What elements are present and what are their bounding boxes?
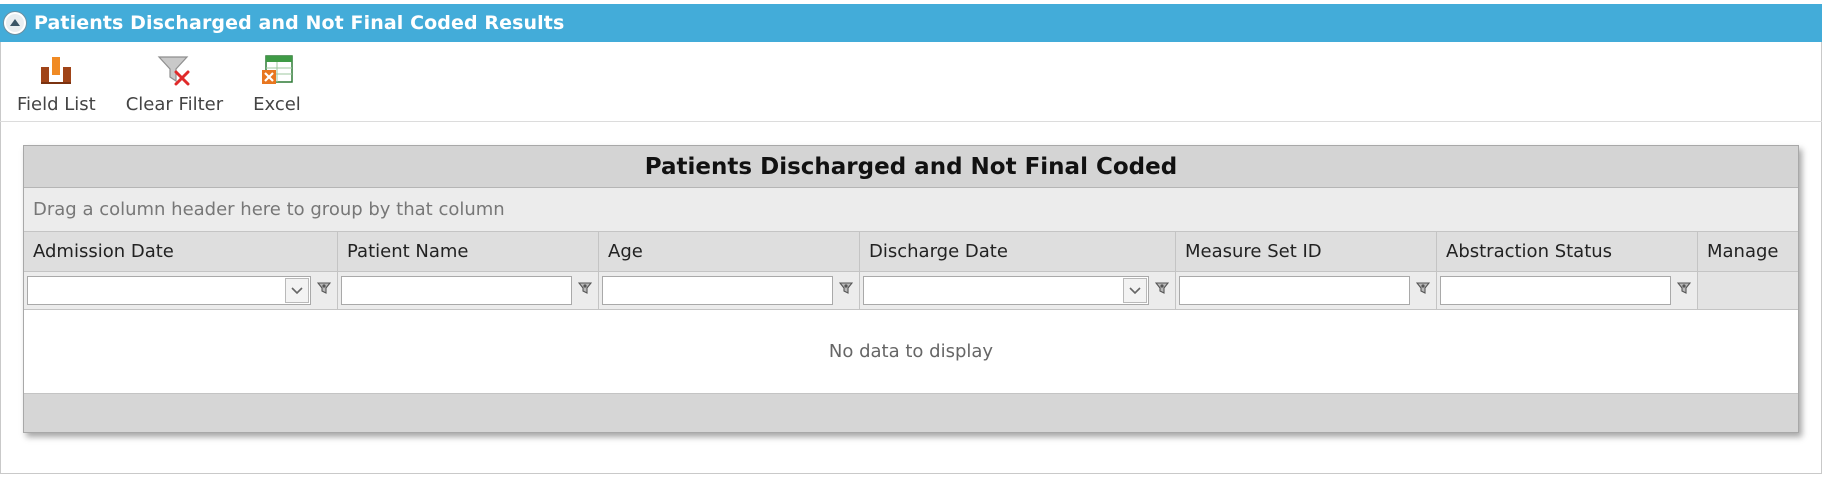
field-list-label: Field List — [17, 94, 96, 115]
filter-options-icon[interactable] — [838, 281, 854, 300]
group-by-panel[interactable]: Drag a column header here to group by th… — [24, 188, 1798, 232]
patient-name-filter-field[interactable] — [341, 276, 572, 305]
filter-cell-age — [599, 272, 860, 309]
filter-options-icon[interactable] — [1154, 281, 1170, 300]
clear-filter-label: Clear Filter — [125, 94, 224, 115]
measure-set-id-filter-field[interactable] — [1179, 276, 1410, 305]
admission-date-filter-dropdown[interactable] — [27, 276, 311, 305]
filter-cell-admission-date — [24, 272, 338, 309]
clear-filter-icon — [154, 52, 194, 88]
filter-cell-manage — [1698, 272, 1798, 309]
patient-name-filter-input[interactable] — [342, 277, 571, 304]
filter-cell-measure-set-id — [1176, 272, 1437, 309]
excel-label: Excel — [253, 94, 301, 115]
column-header-patient-name[interactable]: Patient Name — [338, 232, 599, 271]
collapse-up-icon[interactable] — [4, 12, 26, 34]
age-filter-input[interactable] — [603, 277, 832, 304]
excel-export-button[interactable]: Excel — [253, 42, 301, 115]
data-grid: Patients Discharged and Not Final Coded … — [23, 145, 1799, 433]
field-list-icon — [36, 52, 76, 88]
empty-message: No data to display — [24, 310, 1798, 394]
filter-cell-discharge-date — [860, 272, 1176, 309]
filter-options-icon[interactable] — [1415, 281, 1431, 300]
age-filter-field[interactable] — [602, 276, 833, 305]
column-header-manage[interactable]: Manage — [1698, 232, 1798, 271]
filter-row — [24, 272, 1798, 310]
column-header-age[interactable]: Age — [599, 232, 860, 271]
grid-footer — [24, 394, 1798, 432]
grid-title: Patients Discharged and Not Final Coded — [24, 146, 1798, 188]
panel-titlebar: Patients Discharged and Not Final Coded … — [0, 4, 1822, 42]
clear-filter-button[interactable]: Clear Filter — [126, 42, 223, 115]
admission-date-filter-input[interactable] — [28, 277, 310, 304]
abstraction-status-filter-field[interactable] — [1440, 276, 1671, 305]
column-header-abstraction-status[interactable]: Abstraction Status — [1437, 232, 1698, 271]
column-header-measure-set-id[interactable]: Measure Set ID — [1176, 232, 1437, 271]
filter-options-icon[interactable] — [577, 281, 593, 300]
filter-cell-patient-name — [338, 272, 599, 309]
abstraction-status-filter-input[interactable] — [1441, 277, 1670, 304]
excel-export-icon — [257, 52, 297, 88]
field-list-button[interactable]: Field List — [17, 42, 96, 115]
toolbar: Field List Clear Filter Excel — [0, 42, 1822, 122]
discharge-date-filter-input[interactable] — [864, 277, 1148, 304]
chevron-down-icon[interactable] — [1123, 278, 1147, 303]
measure-set-id-filter-input[interactable] — [1180, 277, 1409, 304]
filter-options-icon[interactable] — [316, 281, 332, 300]
chevron-down-icon[interactable] — [285, 278, 309, 303]
column-header-row: Admission Date Patient Name Age Discharg… — [24, 232, 1798, 272]
column-header-admission-date[interactable]: Admission Date — [24, 232, 338, 271]
filter-options-icon[interactable] — [1676, 281, 1692, 300]
column-header-discharge-date[interactable]: Discharge Date — [860, 232, 1176, 271]
filter-cell-abstraction-status — [1437, 272, 1698, 309]
panel-title: Patients Discharged and Not Final Coded … — [34, 12, 565, 34]
discharge-date-filter-dropdown[interactable] — [863, 276, 1149, 305]
